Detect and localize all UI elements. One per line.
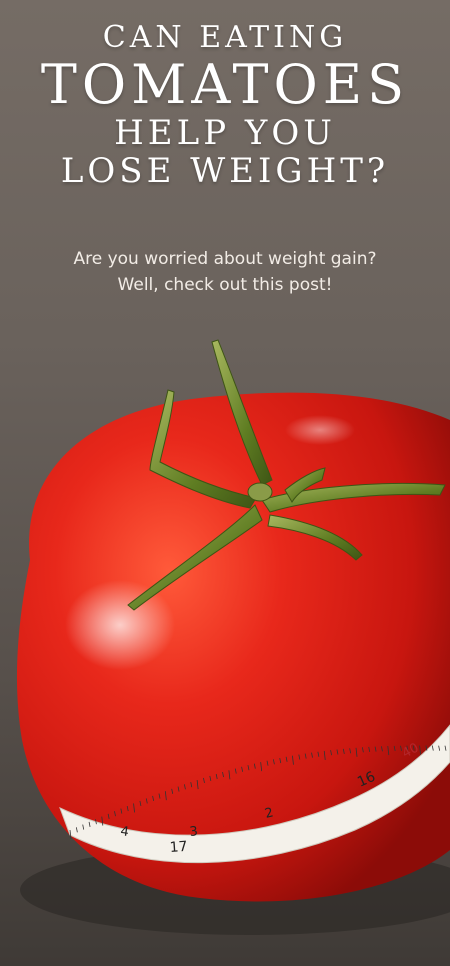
headline-line-4: LOSE WEIGHT? — [60, 151, 390, 191]
headline-line-3: HELP YOU — [114, 113, 336, 153]
tomato-shine-left — [65, 580, 175, 670]
subtitle-line-1: Are you worried about weight gain? — [73, 249, 377, 269]
headline-line-2: TOMATOES — [40, 53, 410, 116]
headline: CAN EATING TOMATOES HELP YOU LOSE WEIGHT… — [0, 20, 450, 190]
subtitle-line-2: Well, check out this post! — [117, 275, 333, 295]
subtitle: Are you worried about weight gain? Well,… — [0, 246, 450, 298]
tape-label-17: 17 — [169, 839, 188, 856]
tomato-shine-top — [285, 415, 355, 445]
tape-label-3: 3 — [189, 824, 199, 840]
tomato-photo: 40 16 2 3 17 4 — [16, 339, 450, 935]
headline-line-1: CAN EATING — [102, 20, 348, 55]
stem-top — [247, 482, 273, 502]
